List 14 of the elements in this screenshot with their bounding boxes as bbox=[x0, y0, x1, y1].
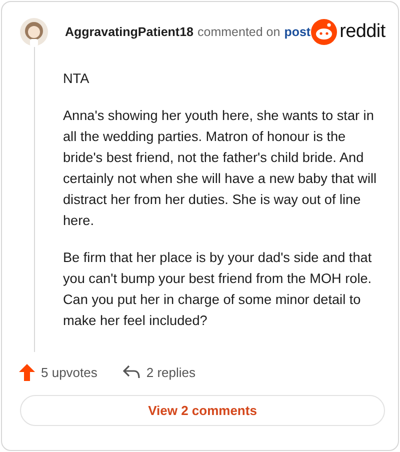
action-text: commented on bbox=[198, 25, 280, 39]
comment-paragraph: Anna's showing her youth here, she wants to star in all the wedding parties. Matron of honour is the bride's best friend, not the father's child bride. And certainly not when she will have a new baby that will distract her from her duties. She is way out of line here. bbox=[62, 107, 378, 230]
comment-paragraph: Be firm that her place is by your dad's side and that you can't bump your best friend from the MOH role. Can you put her in charge of some minor detail to make her feel included? bbox=[62, 249, 373, 330]
reply-count: 2 replies bbox=[146, 364, 196, 380]
post-link[interactable]: post bbox=[284, 25, 311, 39]
author-name[interactable]: AggravatingPatient18 bbox=[65, 25, 194, 39]
upvote-icon bbox=[19, 364, 35, 380]
upvote-count: 5 upvotes bbox=[41, 364, 98, 380]
avatar-icon bbox=[19, 17, 49, 47]
comment-paragraph: NTA bbox=[62, 70, 90, 88]
reddit-logo-icon bbox=[310, 19, 337, 45]
logo-text: reddit bbox=[340, 21, 386, 43]
view-comments-button[interactable]: View 2 comments bbox=[20, 395, 385, 426]
reply-icon bbox=[123, 365, 140, 379]
